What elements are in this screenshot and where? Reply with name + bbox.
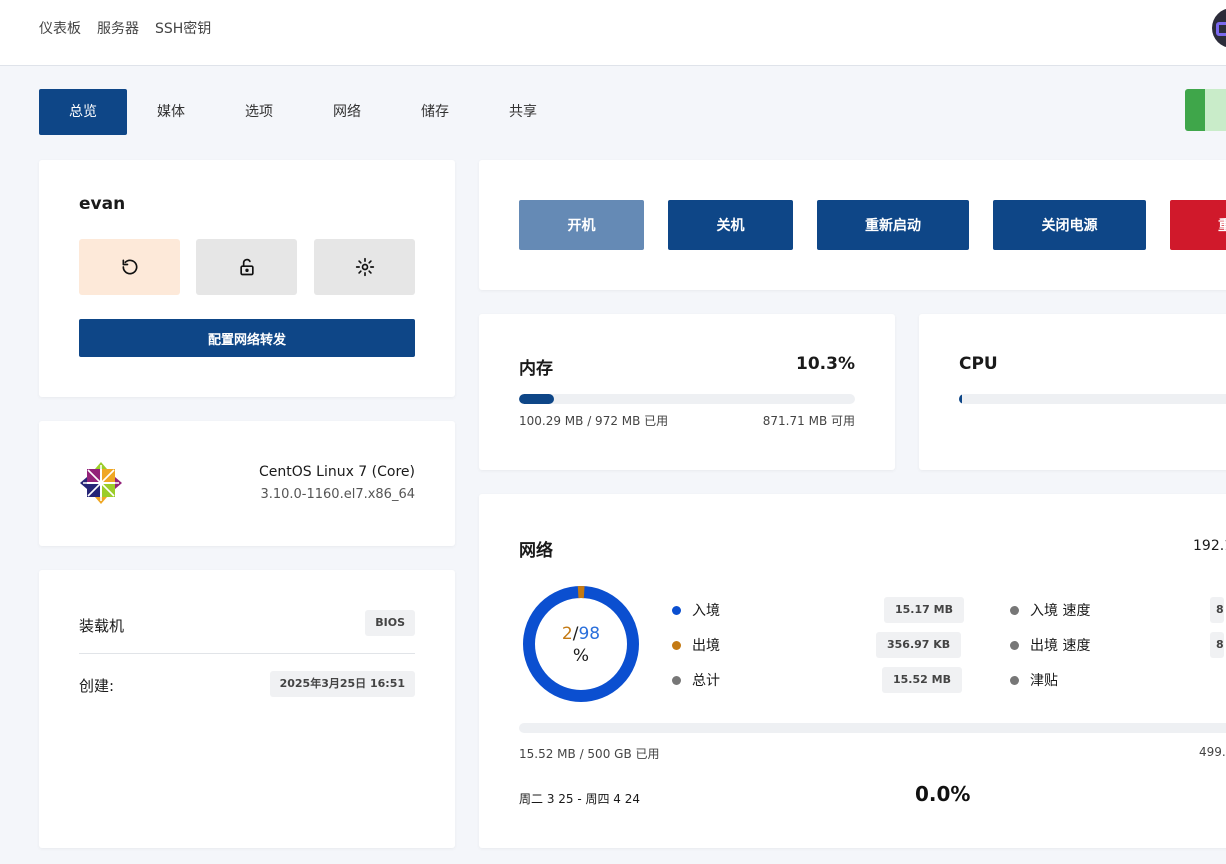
memory-title: 内存 xyxy=(519,359,553,379)
cpu-bar xyxy=(959,394,1226,404)
outbound-dot xyxy=(672,640,681,650)
top-bar: 仪表板 服务器 SSH密钥 xyxy=(0,0,1226,66)
tab-overview[interactable]: 总览 xyxy=(39,89,127,135)
power-card: 开机 关机 重新启动 关闭电源 重 xyxy=(479,160,1226,290)
reset-button[interactable]: 重 xyxy=(1170,200,1226,250)
created-badge: 2025年3月25日 16:51 xyxy=(269,671,415,697)
inbound-speed-value: 8 xyxy=(1210,597,1224,623)
created-label: 创建: xyxy=(79,677,115,695)
outbound-value: 356.97 KB xyxy=(876,632,962,658)
info-divider xyxy=(79,653,415,654)
poweroff-button[interactable]: 关闭电源 xyxy=(993,200,1146,250)
start-button[interactable]: 开机 xyxy=(519,200,644,250)
nav-dashboard[interactable]: 仪表板 xyxy=(39,18,81,38)
ring-inbound-percent: 98 xyxy=(578,624,601,644)
lock-button[interactable] xyxy=(196,239,297,295)
server-name: evan xyxy=(79,194,126,214)
cpu-title: CPU xyxy=(959,354,998,374)
total-dot xyxy=(672,675,681,685)
ring-label: 2/98 % xyxy=(523,624,639,666)
legend-total: 总计 xyxy=(672,670,720,690)
restart-button[interactable]: 重新启动 xyxy=(817,200,969,250)
outbound-label: 出境 xyxy=(692,638,720,654)
bandwidth-used: 15.52 MB / 500 GB 已用 xyxy=(519,747,660,761)
inbound-speed-dot xyxy=(1010,605,1019,615)
subsidy-label: 津贴 xyxy=(1030,673,1058,689)
refresh-icon xyxy=(122,259,137,275)
billing-period: 周二 3 25 - 周四 4 24 xyxy=(519,792,641,806)
configure-network-forwarding-button[interactable]: 配置网络转发 xyxy=(79,319,415,357)
tab-network[interactable]: 网络 xyxy=(303,89,391,135)
status-indicator xyxy=(1185,89,1226,131)
gear-icon xyxy=(355,257,374,277)
inbound-dot xyxy=(672,605,681,615)
bandwidth-remaining: 499. xyxy=(1199,745,1226,759)
tab-storage[interactable]: 储存 xyxy=(391,89,479,135)
unlock-icon xyxy=(239,258,254,276)
network-title: 网络 xyxy=(519,541,553,561)
memory-bar xyxy=(519,394,855,404)
subsidy-dot xyxy=(1010,675,1019,685)
bandwidth-bar xyxy=(519,723,1226,733)
inbound-speed-label: 入境 速度 xyxy=(1030,603,1091,619)
os-card: CentOS Linux 7 (Core) 3.10.0-1160.el7.x8… xyxy=(39,421,455,546)
os-name: CentOS Linux 7 (Core) xyxy=(259,464,415,480)
memory-card: 内存 10.3% 100.29 MB / 972 MB 已用 871.71 MB… xyxy=(479,314,895,470)
loader-label: 装载机 xyxy=(79,617,125,635)
cpu-bar-fill xyxy=(959,394,962,404)
cpu-card: CPU xyxy=(919,314,1226,470)
user-icon xyxy=(1216,22,1226,36)
centos-logo-icon xyxy=(80,462,122,504)
info-card: 装载机 BIOS 创建: 2025年3月25日 16:51 xyxy=(39,570,455,848)
memory-bar-fill xyxy=(519,394,554,404)
ring-unit: % xyxy=(572,646,590,666)
memory-percent: 10.3% xyxy=(796,354,855,374)
os-kernel: 3.10.0-1160.el7.x86_64 xyxy=(260,487,415,502)
tab-media[interactable]: 媒体 xyxy=(127,89,215,135)
network-card: 网络 192.1 2/98 % 入境 出境 总计 15.17 MB 356.97… xyxy=(479,494,1226,848)
inbound-value: 15.17 MB xyxy=(884,597,964,623)
memory-available: 871.71 MB 可用 xyxy=(762,414,855,428)
outbound-speed-label: 出境 速度 xyxy=(1030,638,1091,654)
network-ip: 192.1 xyxy=(1193,538,1226,554)
top-nav: 仪表板 服务器 SSH密钥 xyxy=(39,18,211,38)
legend-outbound: 出境 xyxy=(672,635,720,655)
shutdown-button[interactable]: 关机 xyxy=(668,200,793,250)
legend-outbound-speed: 出境 速度 xyxy=(1010,635,1090,655)
avatar[interactable] xyxy=(1212,8,1226,48)
status-indicator-fill xyxy=(1185,89,1205,131)
reinstall-button[interactable] xyxy=(79,239,180,295)
loader-badge: BIOS xyxy=(365,610,415,636)
server-card: evan 配置网络转发 xyxy=(39,160,455,397)
legend-subsidy: 津贴 xyxy=(1010,670,1058,690)
legend-inbound: 入境 xyxy=(672,600,720,620)
legend-inbound-speed: 入境 速度 xyxy=(1010,600,1090,620)
memory-used: 100.29 MB / 972 MB 已用 xyxy=(519,414,669,428)
outbound-speed-dot xyxy=(1010,640,1019,650)
total-value: 15.52 MB xyxy=(882,667,962,693)
inbound-label: 入境 xyxy=(692,603,720,619)
settings-button[interactable] xyxy=(314,239,415,295)
billing-period-percent: 0.0% xyxy=(915,782,971,806)
total-label: 总计 xyxy=(692,673,720,689)
tab-options[interactable]: 选项 xyxy=(215,89,303,135)
server-tabs: 总览 媒体 选项 网络 储存 共享 xyxy=(39,89,567,135)
nav-servers[interactable]: 服务器 xyxy=(97,18,139,38)
outbound-speed-value: 8 xyxy=(1210,632,1224,658)
tab-share[interactable]: 共享 xyxy=(479,89,567,135)
nav-ssh-keys[interactable]: SSH密钥 xyxy=(155,18,211,38)
ring-outbound-percent: 2 xyxy=(561,624,573,644)
